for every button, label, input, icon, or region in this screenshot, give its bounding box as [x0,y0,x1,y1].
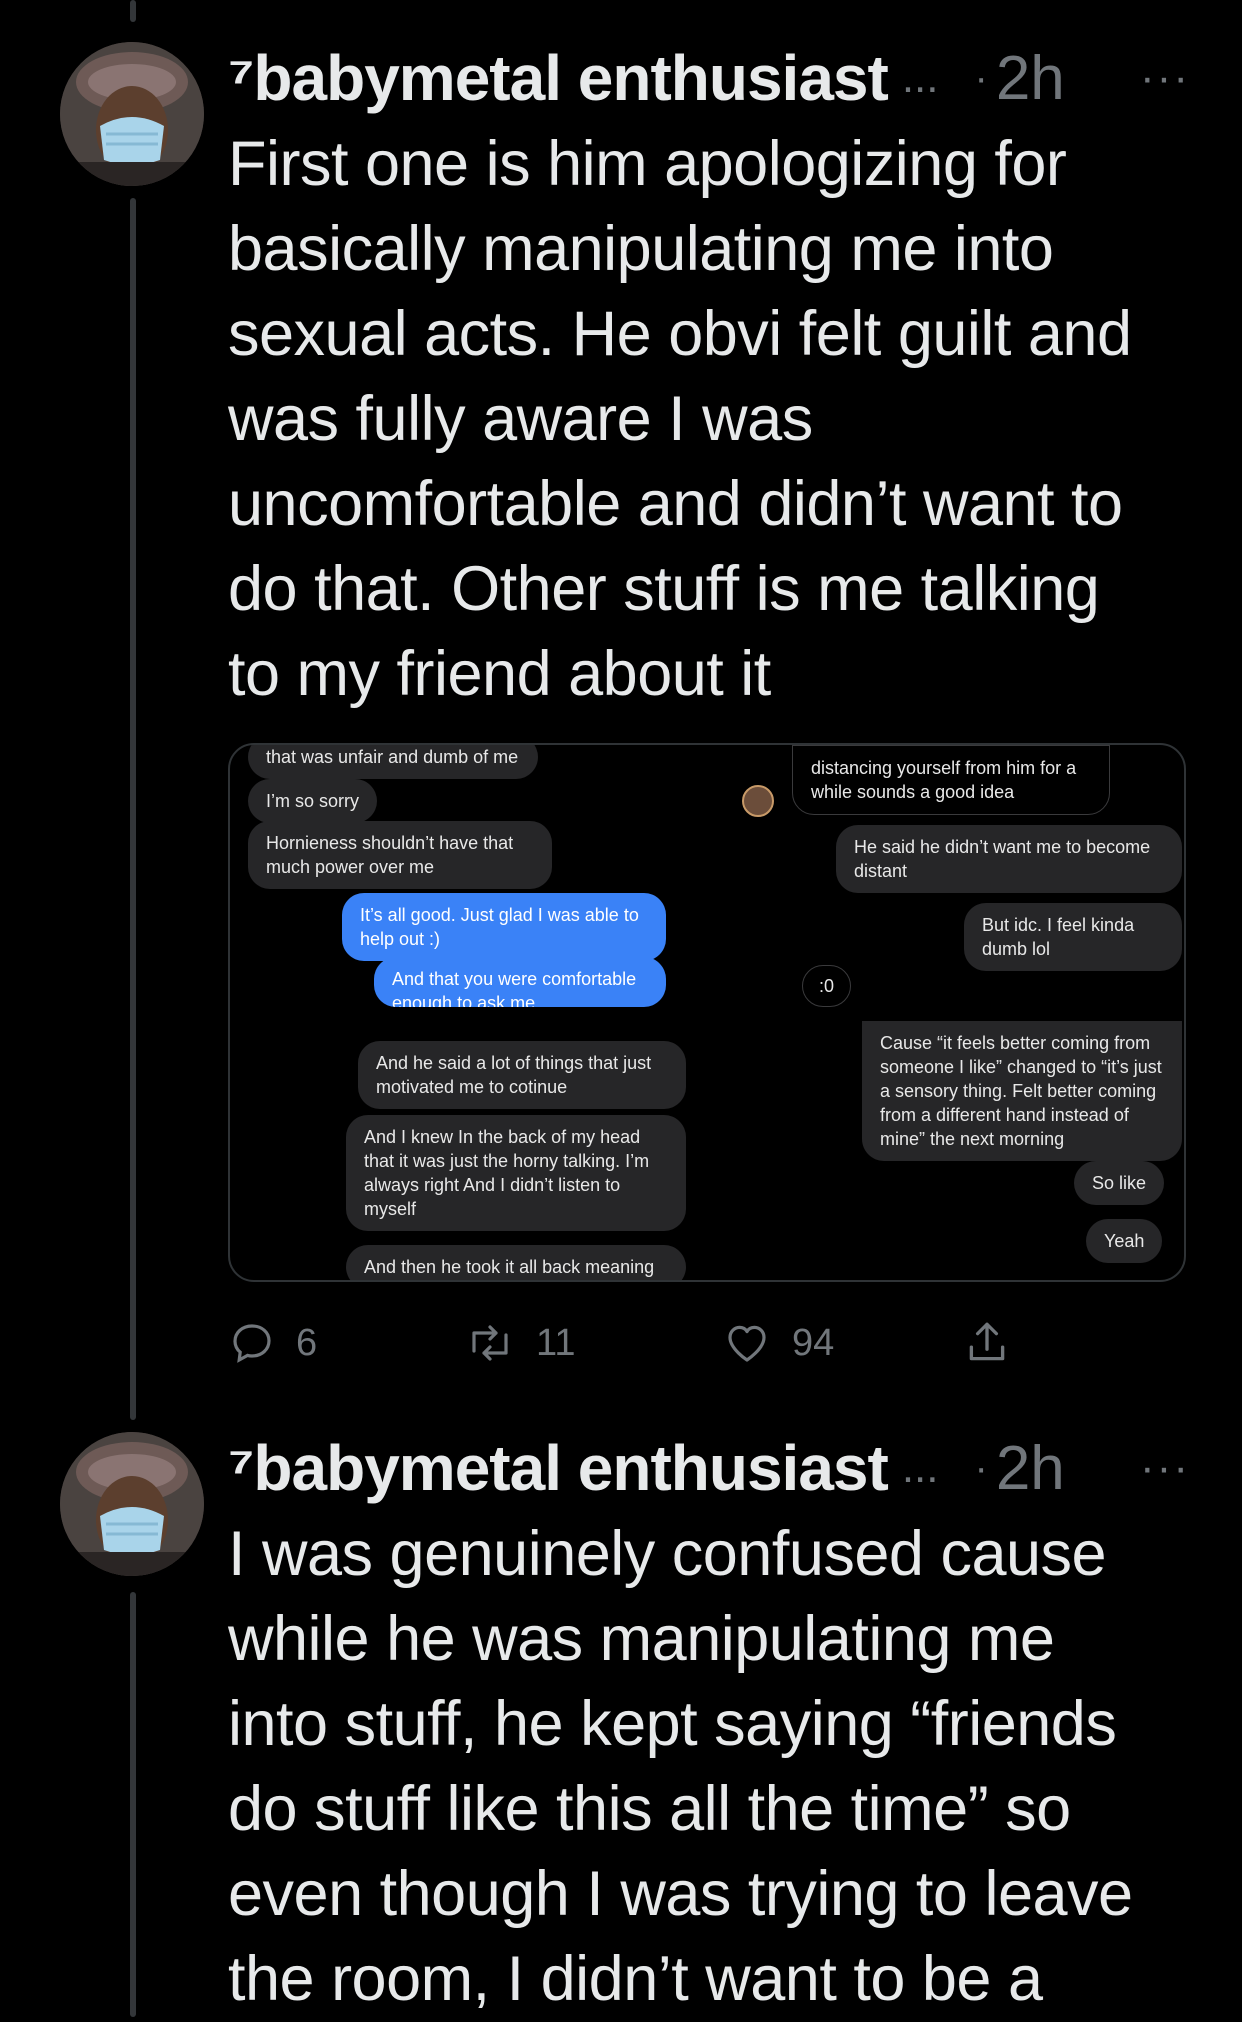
chat-bubble: It’s all good. Just glad I was able to h… [342,893,666,961]
timestamp[interactable]: 2h [996,43,1065,114]
tweet-text-line: do stuff like this all the time” so [228,1774,1071,1844]
chat-bubble: distancing yourself from him for a while… [792,745,1110,815]
chat-bubble: So like [1074,1161,1165,1205]
avatar[interactable] [60,42,204,186]
tweet-text-line: into stuff, he kept saying “friends [228,1689,1117,1759]
chat-bubble: But idc. I feel kinda dumb lol [964,903,1182,971]
name-ellipsis: ... [901,53,939,102]
separator-dot: · [974,55,988,100]
screenshot-divider [706,1013,1182,1021]
tweet-text-line: even though I was trying to leave [228,1859,1133,1929]
thread-line-1 [130,198,136,1420]
retweet-icon [472,1325,508,1361]
heart-icon [728,1325,766,1362]
tweet-actions: 6 11 94 [228,1308,1048,1378]
like-count: 94 [792,1321,835,1364]
tweet-header: ⁷babymetal enthusiast ... · 2h ··· [228,38,1202,118]
avatar[interactable] [60,1432,204,1576]
tweet-text-line: do that. Other stuff is me talking [228,554,1100,624]
tweet-text-line: I was genuinely confused cause [228,1519,1107,1589]
reply-icon [233,1324,271,1363]
reply-button[interactable]: 6 [228,1308,317,1378]
tweet-text-line: while he was manipulating me [228,1604,1055,1674]
chat-bubble: that was unfair and dumb of me [248,745,538,779]
chat-bubble: Hornieness shouldn’t have that much powe… [248,821,552,889]
chat-bubble: And he said a lot of things that just mo… [358,1041,686,1109]
thread-line-2 [130,1592,136,2017]
share-button[interactable] [962,1308,1032,1378]
chat-bubble: :0 [802,965,852,1007]
chat-screenshot-right[interactable]: distancing yourself from him for a while… [706,745,1182,1280]
more-icon[interactable]: ··· [1140,1443,1190,1493]
share-icon [969,1322,1005,1361]
chat-screenshot-left[interactable]: that was unfair and dumb of me I’m so so… [230,745,706,1280]
display-name[interactable]: ⁷babymetal enthusiast [228,1431,889,1505]
tweet-text-line: uncomfortable and didn’t want to [228,469,1123,539]
tweet-text-line: to my friend about it [228,639,771,709]
chat-bubble: And that you were comfortable enough to … [374,957,666,1007]
screenshot-divider [230,1007,706,1017]
thread-line-top [130,0,136,22]
contact-avatar [742,785,774,817]
tweet-media[interactable]: that was unfair and dumb of me I’m so so… [228,743,1186,1282]
tweet-text-line: sexual acts. He obvi felt guilt and [228,299,1132,369]
tweet-text-line: the room, I didn’t want to be a [228,1944,1043,2014]
tweet-header: ⁷babymetal enthusiast ... · 2h ··· [228,1428,1202,1508]
tweet-text: I was genuinely confused cause while he … [228,1512,1188,2022]
chat-bubble: Cause “it feels better coming from someo… [862,1021,1182,1161]
tweet-text: First one is him apologizing for basical… [228,122,1188,717]
chat-bubble: I’m so sorry [248,779,378,823]
reply-count: 6 [296,1321,318,1364]
retweet-button[interactable]: 11 [464,1308,575,1378]
chat-bubble: And I knew In the back of my head that i… [346,1115,686,1231]
display-name[interactable]: ⁷babymetal enthusiast [228,41,889,115]
avatar-image [60,1432,204,1576]
tweet-text-line: basically manipulating me into [228,214,1054,284]
name-ellipsis: ... [901,1443,939,1492]
more-icon[interactable]: ··· [1140,53,1190,103]
chat-bubble: Yeah [1086,1219,1163,1263]
tweet-text-line: First one is him apologizing for [228,129,1067,199]
tweet-text-line: was fully aware I was [228,384,813,454]
separator-dot: · [974,1445,988,1490]
like-button[interactable]: 94 [722,1308,834,1378]
chat-bubble: And then he took it all back meaning [346,1245,686,1280]
avatar-image [60,42,204,186]
chat-bubble: He said he didn’t want me to become dist… [836,825,1182,893]
retweet-count: 11 [536,1321,576,1364]
timestamp[interactable]: 2h [996,1433,1065,1504]
